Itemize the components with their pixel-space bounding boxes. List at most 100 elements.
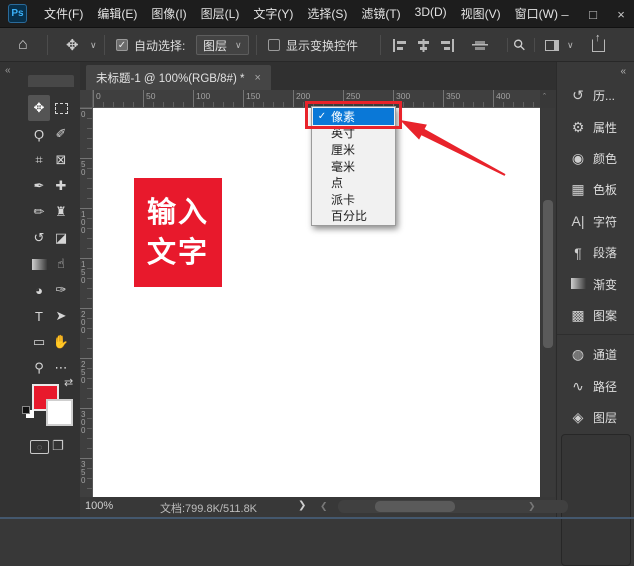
menu-图像(I)[interactable]: 图像(I) — [144, 5, 193, 22]
show-transform-checkbox[interactable]: 显示变换控件 — [268, 28, 358, 62]
lasso-tool[interactable]: Ϙ — [28, 121, 50, 147]
tools-panel-grip[interactable] — [28, 75, 74, 87]
zoom-tool[interactable]: ⚲ — [28, 355, 50, 381]
swap-colors-icon[interactable]: ⇄ — [64, 376, 73, 389]
vertical-scrollbar[interactable] — [541, 108, 555, 497]
unit-option-像素[interactable]: ✓ 像素 — [313, 108, 394, 125]
workspace-icon — [545, 39, 559, 51]
menu-窗口(W)[interactable]: 窗口(W) — [508, 5, 565, 22]
frame-tool[interactable]: ⊠ — [50, 147, 72, 173]
vertical-ruler[interactable]: 0 5 0 1 0 0 1 5 0 2 0 0 2 5 0 3 0 0 3 5 0 — [80, 108, 93, 497]
quick-mask-button[interactable]: ◌ — [30, 440, 49, 454]
eyedropper-tool-icon: ✒ — [33, 178, 45, 193]
auto-select-checkbox[interactable]: ✓ 自动选择: — [116, 28, 185, 62]
maximize-button[interactable]: □ — [586, 7, 600, 22]
pen-tool[interactable]: ✑ — [50, 277, 72, 303]
workspace-chevron[interactable]: ∨ — [567, 28, 574, 62]
horizontal-scrollbar-thumb[interactable] — [375, 501, 455, 512]
quick-selection-tool[interactable]: ✐ — [50, 121, 72, 147]
panel-tab-properties[interactable]: ⚙ 属性 — [557, 111, 634, 142]
menu-编辑(E)[interactable]: 编辑(E) — [90, 5, 144, 22]
unit-option-点[interactable]: 点 — [313, 174, 394, 191]
workspace-switcher[interactable] — [545, 28, 559, 62]
panel-tab-color[interactable]: ◉ 颜色 — [557, 143, 634, 174]
move-tool[interactable]: ✥ — [28, 95, 50, 121]
hruler-label-400: 400 — [496, 91, 511, 101]
shape-tool[interactable]: ▭ — [28, 329, 50, 355]
auto-select-target-dropdown[interactable]: 图层 ∨ — [196, 28, 249, 62]
character-icon: A| — [571, 213, 585, 230]
path-selection-tool[interactable]: ➤ — [50, 303, 72, 329]
panel-tab-gradients[interactable]: 渐变 — [557, 268, 634, 299]
panel-tab-paths[interactable]: ∿ 路径 — [557, 370, 634, 401]
close-button[interactable]: × — [614, 7, 628, 22]
healing-brush-tool[interactable]: ✚ — [50, 173, 72, 199]
scroll-right-icon[interactable]: ❯ — [528, 501, 536, 512]
type-tool[interactable]: T — [28, 303, 50, 329]
distribute-button[interactable] — [472, 28, 488, 62]
background-color-swatch[interactable] — [46, 399, 73, 426]
panel-tab-paragraph[interactable]: ¶ 段落 — [557, 237, 634, 268]
hruler-label-300: 300 — [396, 91, 411, 101]
minimize-button[interactable]: – — [558, 7, 572, 22]
path-selection-tool-icon: ➤ — [55, 308, 67, 323]
align-center-button[interactable] — [416, 28, 431, 62]
crop-tool[interactable]: ⌗ — [28, 147, 50, 173]
clone-stamp-tool[interactable]: ♜ — [50, 199, 72, 225]
panel-tab-history[interactable]: ↺ 历... — [557, 80, 634, 111]
menu-文字(Y)[interactable]: 文字(Y) — [246, 5, 300, 22]
unit-option-派卡[interactable]: 派卡 — [313, 191, 394, 208]
panel-tab-swatches[interactable]: ▦ 色板 — [557, 174, 634, 205]
scroll-left-icon[interactable]: ❮ — [320, 501, 328, 512]
zoom-level[interactable]: 100% — [85, 500, 113, 512]
menu-滤镜(T)[interactable]: 滤镜(T) — [354, 5, 407, 22]
align-left-icon — [393, 38, 406, 52]
text-layer[interactable]: 输入 文字 — [134, 178, 222, 287]
brush-tool[interactable]: ✏ — [28, 199, 50, 225]
smudge-tool[interactable]: ☝ — [50, 251, 72, 277]
screen-mode-button[interactable]: ❐ — [52, 438, 64, 454]
move-tool-preset[interactable]: ✥ — [66, 28, 79, 62]
unit-option-毫米[interactable]: 毫米 — [313, 158, 394, 175]
panel-tab-patterns[interactable]: ▩ 图案 — [557, 300, 634, 331]
align-left-button[interactable] — [392, 28, 407, 62]
collapse-panels-icon[interactable]: « — [620, 66, 626, 77]
eyedropper-tool[interactable]: ✒ — [28, 173, 50, 199]
menu-选择(S)[interactable]: 选择(S) — [300, 5, 354, 22]
search-button[interactable]: ⚲ — [510, 28, 530, 62]
default-colors-icon[interactable] — [22, 406, 34, 418]
auto-select-label: 自动选择: — [134, 38, 186, 53]
menu-3D(D)[interactable]: 3D(D) — [408, 5, 454, 22]
menu-图层(L)[interactable]: 图层(L) — [194, 5, 247, 22]
panel-tab-channels[interactable]: ◍ 通道 — [557, 339, 634, 370]
close-tab-icon[interactable]: × — [254, 72, 260, 84]
menu-文件(F)[interactable]: 文件(F) — [37, 5, 90, 22]
align-right-button[interactable] — [440, 28, 455, 62]
history-brush-tool[interactable]: ↺ — [28, 225, 50, 251]
gradient-tool[interactable] — [28, 251, 50, 277]
ruler-corner[interactable] — [80, 90, 93, 108]
status-expand-icon[interactable]: ❯ — [298, 500, 306, 511]
panel-tab-character[interactable]: A| 字符 — [557, 206, 634, 237]
unit-option-百分比[interactable]: 百分比 — [313, 208, 394, 225]
eraser-tool[interactable]: ◪ — [50, 225, 72, 251]
vertical-scrollbar-thumb[interactable] — [543, 200, 553, 348]
share-button[interactable]: ↑ — [592, 28, 605, 62]
panel-tab-layers[interactable]: ◈ 图层 — [557, 402, 634, 433]
scroll-up-icon[interactable]: ˆ — [543, 92, 546, 102]
dodge-tool[interactable]: ◕ — [28, 277, 50, 303]
unit-option-厘米[interactable]: 厘米 — [313, 141, 394, 158]
unit-option-英寸[interactable]: 英寸 — [313, 125, 394, 142]
rectangular-marquee-tool[interactable] — [50, 95, 72, 121]
hand-tool[interactable]: ✋ — [50, 329, 72, 355]
move-tool-icon: ✥ — [66, 37, 79, 54]
tool-preset-chevron[interactable]: ∨ — [90, 28, 97, 62]
menu-视图(V)[interactable]: 视图(V) — [454, 5, 508, 22]
edit-toolbar-icon: ⋯ — [54, 360, 68, 375]
document-tab[interactable]: 未标题-1 @ 100%(RGB/8#) * × — [86, 65, 271, 90]
panel-group-2: ◍ 通道 ∿ 路径 ◈ 图层 — [557, 334, 634, 433]
collapse-panels-icon[interactable]: « — [5, 65, 11, 76]
home-button[interactable]: ⌂ — [18, 28, 28, 62]
chevron-down-icon: ∨ — [567, 39, 574, 50]
unit-option-label: 英寸 — [331, 126, 356, 141]
